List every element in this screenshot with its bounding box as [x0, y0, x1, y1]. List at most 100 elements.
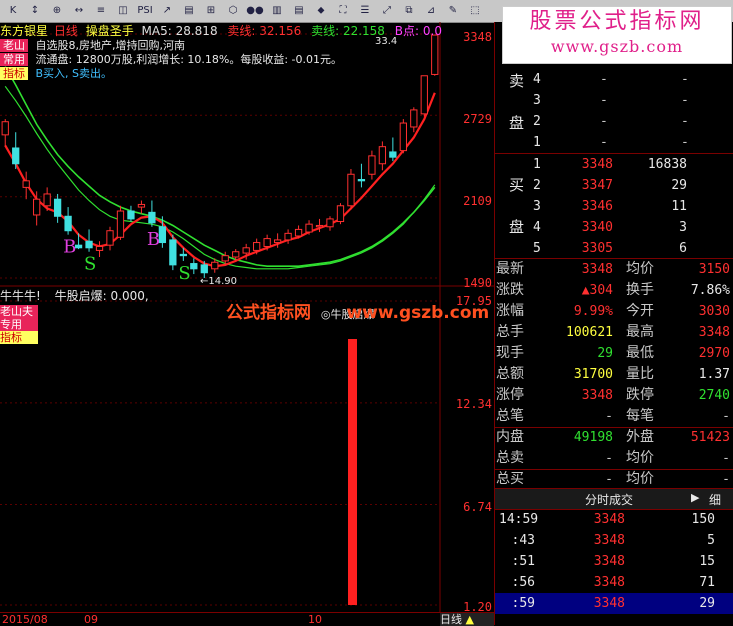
grid-icon[interactable]: ⊞	[202, 2, 220, 19]
hex-icon[interactable]: ⬡	[224, 2, 242, 19]
price-axis-label: 2729	[463, 112, 492, 126]
buy-price: 3348	[581, 157, 613, 172]
triangle-icon[interactable]: ⊿	[422, 2, 440, 19]
signal-bar	[348, 339, 357, 605]
buy-row[interactable]: 4 3340 3	[495, 217, 733, 238]
window-icon[interactable]: ⧉	[400, 2, 418, 19]
stat-value: 51423	[690, 430, 730, 445]
stat-row: 总额 31700 量比 1.37	[495, 364, 733, 385]
stat-value: 3030	[698, 304, 730, 319]
indicator-name[interactable]: 操盘圣手	[86, 24, 134, 38]
tick-row[interactable]: 14:59 3348 150	[495, 509, 733, 530]
sell-row[interactable]: 3 - -	[495, 90, 733, 111]
buy-row[interactable]: 1 3348 16838	[495, 154, 733, 175]
tick-time: 14:59	[499, 512, 539, 527]
buy-volume: 3	[679, 220, 687, 235]
kline-icon[interactable]: K	[4, 2, 22, 19]
pen-icon[interactable]: ✎	[444, 2, 462, 19]
play-icon[interactable]: ▶	[691, 491, 699, 504]
candle-body	[116, 210, 125, 238]
sell-signal: S	[84, 254, 96, 275]
stat-value: 49198	[573, 430, 613, 445]
crosshair-icon[interactable]: ⊕	[48, 2, 66, 19]
sub-axis-label: 6.74	[463, 500, 492, 514]
candle-body	[315, 224, 324, 228]
candle-body	[169, 239, 177, 266]
tick-price: 3348	[593, 533, 625, 548]
sell-row[interactable]: 2 - -	[495, 111, 733, 132]
sell-row[interactable]: 4 - -	[495, 69, 733, 90]
tag-changyong[interactable]: 常用	[0, 53, 28, 66]
bars-icon[interactable]: ▥	[268, 2, 286, 19]
arrow-icon[interactable]: ↗	[158, 2, 176, 19]
stat-value: 3348	[581, 388, 613, 403]
sell-price: -	[600, 114, 608, 129]
stat-value: 29	[597, 346, 613, 361]
tick-volume: 29	[699, 596, 715, 611]
chart-header: 东方银星 日线 操盘圣手 MA5: 28.818 卖线: 32.156 卖线: …	[0, 23, 442, 39]
sub-tag[interactable]: 老山夫	[0, 305, 38, 318]
candle-body	[43, 193, 51, 207]
stat-label: 总买	[496, 471, 524, 487]
candle-body	[284, 232, 292, 241]
stat-row: 内盘 49198 外盘 51423	[495, 427, 733, 448]
sub-tag[interactable]: 专用	[0, 318, 38, 331]
list-icon[interactable]: ≡	[92, 2, 110, 19]
buy-row[interactable]: 3 3346 11	[495, 196, 733, 217]
low-marker-value: 14.90	[208, 276, 238, 287]
tick-volume: 71	[699, 575, 715, 590]
tick-price: 3348	[593, 575, 625, 590]
sell-line2-value: 卖线: 22.158	[311, 24, 385, 38]
layout-icon[interactable]: ▤	[290, 2, 308, 19]
high-marker: 33.4	[375, 36, 398, 47]
traffic-light-icon[interactable]: ●●	[246, 2, 264, 19]
candle-body	[95, 245, 104, 251]
level-number: 4	[533, 72, 541, 87]
buy-volume: 16838	[647, 157, 687, 172]
tick-price: 3348	[593, 512, 625, 527]
buy-row[interactable]: 2 3347 29	[495, 175, 733, 196]
tick-row[interactable]: :56 3348 71	[495, 572, 733, 593]
period-label: 日线	[53, 24, 78, 38]
tag-zhibiao[interactable]: 指标	[0, 67, 28, 80]
pan-icon[interactable]: ↔	[70, 2, 88, 19]
zoom-icon[interactable]: ↕	[26, 2, 44, 19]
ticks-tab[interactable]: 分时成交	[585, 491, 633, 508]
tag-laoshan[interactable]: 老山	[0, 39, 28, 52]
date-label: 09	[84, 613, 98, 626]
sell-volume: -	[681, 72, 689, 87]
buy-signal: B	[63, 237, 76, 258]
candle-body	[294, 228, 303, 237]
sub-tag[interactable]: 指标	[0, 331, 38, 344]
candle-body	[347, 173, 355, 207]
candle-body	[221, 255, 229, 262]
buy-row[interactable]: 5 3305 6	[495, 238, 733, 259]
split-icon[interactable]: ◫	[114, 2, 132, 19]
sell-volume: -	[681, 93, 689, 108]
candle-body	[190, 263, 198, 270]
stat-label: 最高	[626, 324, 654, 340]
menu-icon[interactable]: ☰	[356, 2, 374, 19]
period-tab-label: 日线	[440, 613, 462, 626]
frame-icon[interactable]: ⬚	[466, 2, 484, 19]
detail-tab[interactable]: 细	[709, 491, 721, 508]
sub-chart-header: 牛牛牛! 牛股启爆: 0.000,	[0, 289, 149, 303]
diamond-icon[interactable]: ⬥	[312, 2, 330, 19]
tick-row[interactable]: :59 3348 29	[495, 593, 733, 614]
sell-line-value: 卖线: 32.156	[227, 24, 302, 38]
fullscreen-icon[interactable]: ⛶	[334, 2, 352, 19]
stat-label: 总手	[496, 324, 524, 340]
low-marker: ←14.90	[200, 276, 238, 287]
expand-icon[interactable]: ⤢	[378, 2, 396, 19]
candle-body	[179, 253, 187, 257]
table-icon[interactable]: ▤	[180, 2, 198, 19]
sub-chart[interactable]	[0, 287, 494, 612]
sell-volume: -	[681, 114, 689, 129]
candle-body	[158, 226, 167, 244]
sub-indicator-value: 牛股启爆: 0.000,	[54, 289, 149, 303]
period-tab[interactable]: 日线 ▲	[440, 613, 494, 626]
psi-icon[interactable]: PSI	[136, 2, 154, 19]
tick-row[interactable]: :43 3348 5	[495, 530, 733, 551]
tick-row[interactable]: :51 3348 15	[495, 551, 733, 572]
sell-row[interactable]: 1 - -	[495, 132, 733, 153]
